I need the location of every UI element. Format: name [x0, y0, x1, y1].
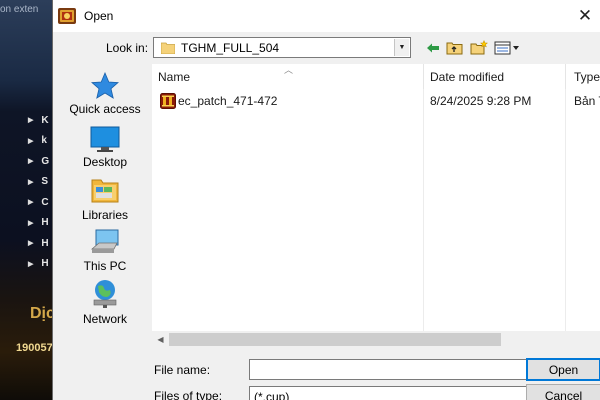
up-folder-button[interactable] [446, 37, 464, 58]
file-name: ec_patch_471-472 [178, 94, 278, 108]
chevron-down-icon[interactable]: ▼ [394, 39, 409, 56]
place-libraries[interactable]: Libraries [59, 176, 151, 222]
title-bar[interactable]: Open ✕ [53, 0, 600, 32]
file-name-label: File name: [154, 363, 211, 377]
place-quick-access[interactable]: Quick access [59, 72, 151, 116]
sort-ascending-icon: ︿ [284, 65, 294, 75]
look-in-dropdown[interactable]: TGHM_FULL_504 ▼ [153, 37, 411, 58]
open-button[interactable]: Open [526, 358, 600, 381]
up-folder-icon [446, 42, 463, 54]
background-menu-item[interactable]: ▶ H [28, 213, 49, 234]
background-app: on exten ▶ K ▶ k ▶ G ▶ S ▶ C ▶ H ▶ H ▶ H Dịc 190… [0, 0, 52, 400]
horizontal-scrollbar[interactable]: ◀ [152, 331, 600, 348]
place-label: Libraries [81, 208, 129, 222]
libraries-icon [91, 179, 119, 203]
background-menu-item[interactable]: ▶ G [28, 151, 49, 172]
file-type: Bản T [574, 94, 600, 108]
app-icon [58, 8, 76, 24]
look-in-label: Look in: [106, 41, 149, 55]
column-header-type[interactable]: Type [565, 64, 600, 89]
list-header: Name ︿ Date modified Type [152, 64, 600, 89]
look-in-value: TGHM_FULL_504 [181, 40, 280, 55]
back-button[interactable] [426, 37, 440, 58]
file-name-input[interactable]: ▼ [249, 359, 544, 380]
column-divider [565, 89, 566, 332]
place-label: Quick access [69, 102, 141, 116]
file-row[interactable]: ec_patch_471-472 8/24/2025 9:28 PM Bản T [152, 91, 600, 111]
scrollbar-thumb[interactable] [169, 333, 501, 346]
scroll-left-icon[interactable]: ◀ [152, 331, 169, 348]
place-network[interactable]: Network [59, 278, 151, 326]
back-arrow-icon [427, 43, 439, 52]
computer-icon [90, 229, 119, 253]
new-folder-button[interactable] [470, 37, 488, 58]
patch-file-icon [160, 93, 176, 109]
files-of-type-value: (*.cup) [254, 389, 290, 400]
files-of-type-label: Files of type: [154, 389, 223, 400]
toolbar [426, 37, 526, 58]
column-divider [423, 89, 424, 332]
background-menu-item[interactable]: ▶ C [28, 192, 49, 213]
place-label: This PC [83, 259, 127, 273]
background-top-text: on exten [0, 4, 39, 15]
file-date: 8/24/2025 9:28 PM [430, 94, 532, 108]
place-label: Network [82, 312, 127, 326]
cancel-button[interactable]: Cancel [526, 384, 600, 400]
star-icon [91, 72, 119, 99]
view-menu-button[interactable] [494, 37, 520, 58]
file-list[interactable]: Name ︿ Date modified Type ec_patch_471-4… [152, 64, 600, 348]
column-header-date[interactable]: Date modified [423, 64, 565, 89]
network-icon [93, 280, 117, 308]
place-label: Desktop [82, 155, 128, 169]
background-menu-item[interactable]: ▶ H [28, 233, 49, 254]
place-this-pc[interactable]: This PC [59, 227, 151, 273]
background-menu-item[interactable]: ▶ H [28, 254, 49, 275]
background-phone-text: 190057 [16, 342, 52, 354]
dialog-title: Open [84, 9, 114, 23]
background-promo-text: Dịc [30, 305, 52, 322]
close-icon: ✕ [577, 6, 593, 25]
folder-icon [161, 42, 175, 54]
place-desktop[interactable]: Desktop [59, 125, 151, 169]
view-icon [494, 41, 519, 54]
files-of-type-dropdown[interactable]: (*.cup) ▼ [249, 386, 544, 400]
new-folder-icon [470, 39, 488, 54]
background-menu-item[interactable]: ▶ k [28, 131, 49, 152]
places-bar: Quick access Desktop Libraries This PC N… [59, 64, 151, 334]
background-menu-item[interactable]: ▶ K [28, 110, 49, 131]
background-menu: ▶ K ▶ k ▶ G ▶ S ▶ C ▶ H ▶ H ▶ H [28, 110, 49, 274]
background-menu-item[interactable]: ▶ S [28, 172, 49, 193]
close-button[interactable]: ✕ [570, 0, 600, 32]
open-dialog: Open ✕ Look in: TGHM_FULL_504 ▼ Quick ac… [52, 0, 600, 400]
desktop-icon [90, 126, 120, 152]
